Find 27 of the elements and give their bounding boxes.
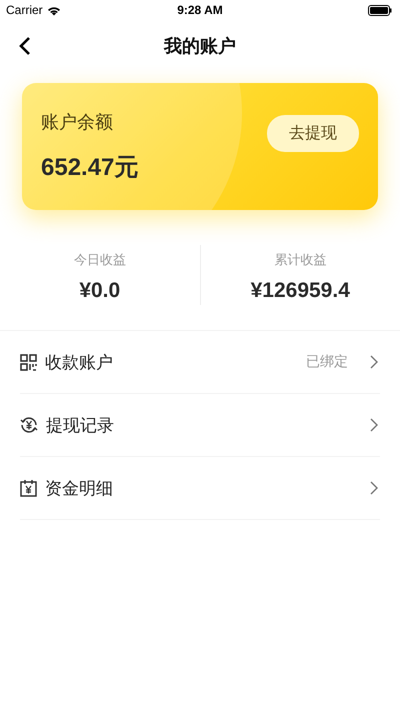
stat-value: ¥126959.4 [250,279,350,303]
calendar-yen-icon [20,479,37,497]
yen-cycle-icon [20,416,38,434]
balance-label: 账户余额 [41,111,114,134]
chevron-right-icon [370,418,378,432]
withdraw-button[interactable]: 去提现 [267,115,359,152]
stat-label: 今日收益 [74,251,126,269]
menu-item[interactable]: 资金明细 [20,457,380,520]
menu-label: 收款账户 [45,352,114,374]
wifi-icon [46,4,61,16]
menu-item[interactable]: 收款账户 已绑定 [20,331,380,394]
back-button[interactable] [18,36,32,56]
back-icon [18,36,32,56]
time-text: 9:28 AM [177,3,223,17]
bound-status: 已绑定 [306,353,348,371]
carrier-text: Carrier [6,3,43,17]
page-title: 我的账户 [164,35,236,58]
battery-icon [368,4,392,16]
chevron-right-icon [370,355,378,369]
chevron-right-icon [370,481,378,495]
stat-label: 累计收益 [274,251,326,269]
menu-item[interactable]: 提现记录 [20,394,380,457]
stat-value: ¥0.0 [79,279,120,303]
balance-amount: 652.47元 [41,153,138,183]
menu-label: 提现记录 [46,414,115,436]
menu-label: 资金明细 [45,478,114,500]
qr-code-icon [20,354,37,370]
